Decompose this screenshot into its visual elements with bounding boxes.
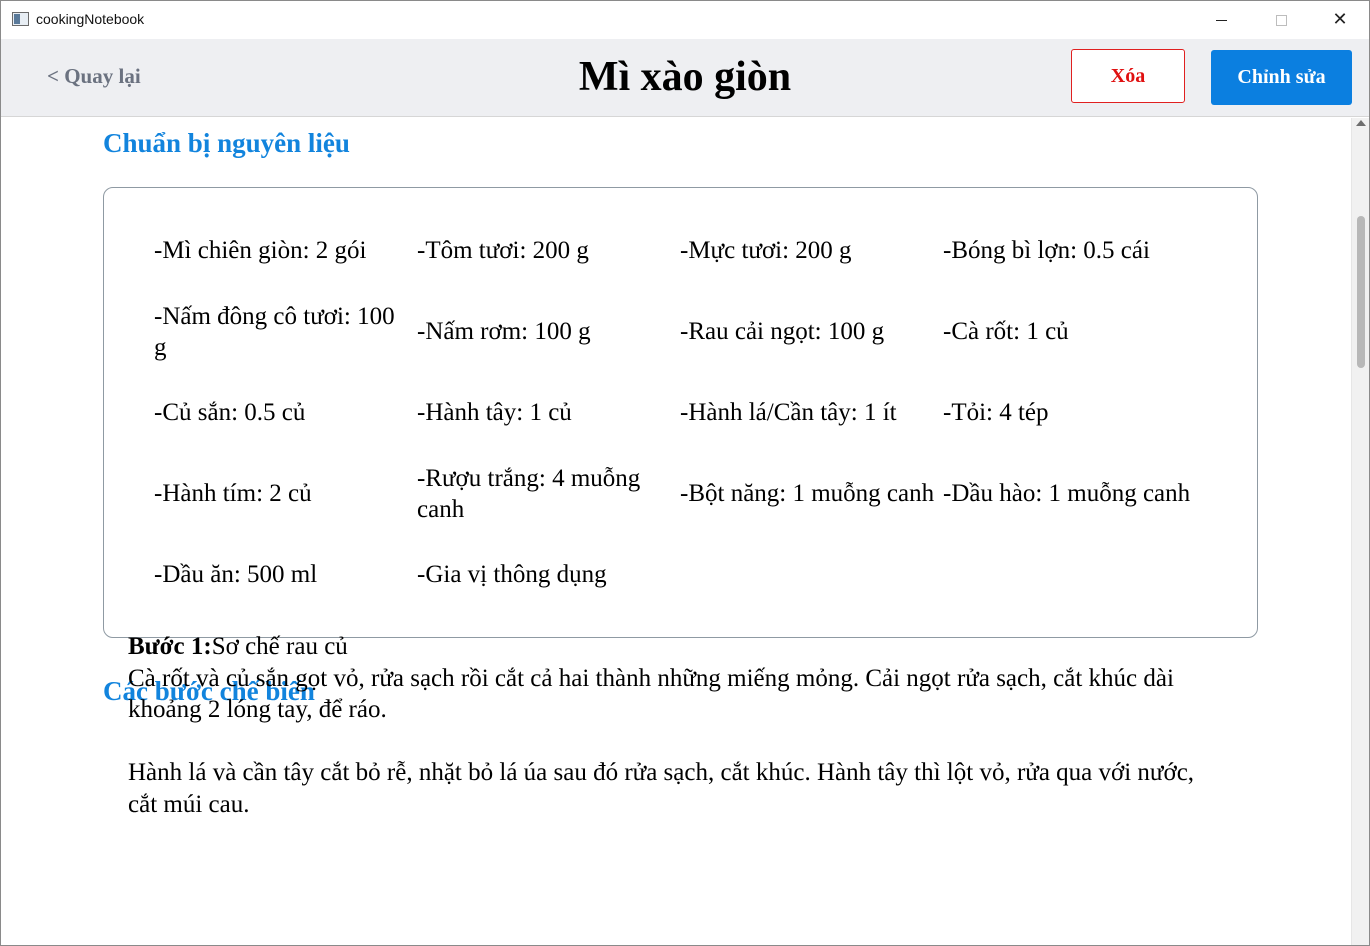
step-title: Bước 1:Sơ chế rau củ bbox=[128, 631, 1208, 663]
ingredient-item: -Cà rốt: 1 củ bbox=[943, 318, 1069, 345]
ingredients-panel: -Mì chiên giòn: 2 gói -Tôm tươi: 200 g -… bbox=[103, 187, 1258, 638]
ingredient-item: -Củ sắn: 0.5 củ bbox=[154, 399, 306, 426]
app-window-icon bbox=[12, 12, 29, 26]
ingredient-item: -Rau cải ngọt: 100 g bbox=[680, 318, 885, 345]
minimize-icon bbox=[1215, 19, 1227, 21]
steps-list: Bước 1:Sơ chế rau củ Cà rốt và củ sắn gọ… bbox=[128, 631, 1208, 852]
title-bar: cookingNotebook ✕ bbox=[1, 1, 1369, 39]
back-button[interactable]: < Quay lại bbox=[47, 64, 141, 89]
close-button[interactable]: ✕ bbox=[1310, 1, 1369, 39]
step-name: Sơ chế rau củ bbox=[211, 633, 348, 660]
ingredient-item: -Nấm rơm: 100 g bbox=[417, 318, 591, 345]
window-title: cookingNotebook bbox=[36, 11, 145, 27]
ingredient-item: -Mực tươi: 200 g bbox=[680, 237, 852, 264]
recipe-header: < Quay lại Mì xào giòn Xóa Chỉnh sửa bbox=[1, 39, 1369, 117]
delete-button[interactable]: Xóa bbox=[1071, 49, 1185, 103]
ingredient-item: -Nấm đông cô tươi: 100 g bbox=[154, 302, 395, 361]
ingredients-heading: Chuẩn bị nguyên liệu bbox=[103, 128, 350, 158]
ingredient-item: -Bột năng: 1 muỗng canh bbox=[680, 480, 935, 507]
ingredient-item: -Mì chiên giòn: 2 gói bbox=[154, 237, 367, 264]
app-window: cookingNotebook ✕ < Quay lại Mì xào giòn… bbox=[0, 0, 1370, 946]
ingredient-item: -Tỏi: 4 tép bbox=[943, 399, 1049, 426]
vertical-scrollbar[interactable] bbox=[1351, 118, 1369, 945]
ingredients-grid: -Mì chiên giòn: 2 gói -Tôm tươi: 200 g -… bbox=[154, 210, 1214, 615]
scroll-up-arrow-icon[interactable] bbox=[1356, 120, 1366, 126]
ingredient-item: -Gia vị thông dụng bbox=[417, 561, 607, 588]
ingredient-item: -Bóng bì lợn: 0.5 cái bbox=[943, 237, 1150, 264]
scrollbar-thumb[interactable] bbox=[1357, 216, 1365, 368]
step-paragraph: Cà rốt và củ sắn gọt vỏ, rửa sạch rồi cắ… bbox=[128, 664, 1174, 724]
ingredient-item: -Dầu ăn: 500 ml bbox=[154, 561, 318, 588]
close-icon: ✕ bbox=[1332, 9, 1348, 30]
ingredient-item: -Hành lá/Cần tây: 1 ít bbox=[680, 399, 897, 426]
ingredient-item: -Tôm tươi: 200 g bbox=[417, 237, 589, 264]
step-number: Bước 1: bbox=[128, 633, 212, 660]
ingredient-item: -Hành tím: 2 củ bbox=[154, 480, 312, 507]
ingredient-item: -Hành tây: 1 củ bbox=[417, 399, 572, 426]
minimize-button[interactable] bbox=[1191, 1, 1251, 39]
maximize-icon bbox=[1275, 14, 1287, 26]
maximize-button[interactable] bbox=[1251, 1, 1311, 39]
ingredient-item: -Dầu hào: 1 muỗng canh bbox=[943, 480, 1191, 507]
step-paragraph: Hành lá và cần tây cắt bỏ rễ, nhặt bỏ lá… bbox=[128, 759, 1195, 818]
edit-button[interactable]: Chỉnh sửa bbox=[1211, 50, 1352, 105]
ingredient-item: -Rượu trắng: 4 muỗng canh bbox=[417, 464, 641, 523]
